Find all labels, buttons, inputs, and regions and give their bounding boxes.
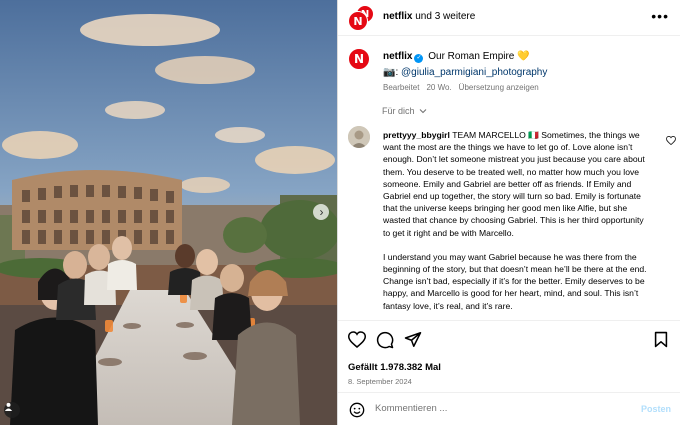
emoji-picker-button[interactable]: [349, 402, 365, 423]
comment-filter-dropdown[interactable]: Für dich: [382, 106, 427, 116]
chevron-right-icon: ›: [319, 205, 324, 219]
caption-credit-line: 📷: @giulia_parmigiani_photography: [383, 67, 547, 78]
smiley-icon: [349, 402, 365, 418]
comment-body: prettyyy_bbygirl TEAM MARCELLO 🇮🇹 Someti…: [383, 129, 653, 320]
comment-like-button[interactable]: [666, 132, 676, 150]
post-actions: Gefällt 1.978.382 Mal 8. September 2024: [338, 320, 680, 392]
camera-emoji: 📷: [383, 67, 396, 78]
header-account-link[interactable]: netflix: [383, 11, 412, 22]
post-photo: [0, 0, 337, 425]
tagged-users-button[interactable]: [4, 402, 20, 418]
caption-account-link[interactable]: netflix: [383, 51, 412, 62]
caption-colon: :: [395, 67, 399, 78]
netflix-avatar: N: [348, 11, 368, 31]
save-button[interactable]: [654, 331, 668, 353]
commenter-avatar[interactable]: [348, 126, 370, 148]
verified-badge-icon: ✓: [414, 54, 424, 63]
edited-label: Bearbeitet: [383, 83, 420, 92]
likes-count[interactable]: Gefällt 1.978.382 Mal: [348, 362, 441, 373]
post-age[interactable]: 20 Wo.: [426, 83, 451, 92]
post-date[interactable]: 8. September 2024: [348, 377, 412, 386]
more-options-button[interactable]: •••: [651, 8, 669, 24]
comment-composer: Posten: [338, 392, 680, 425]
post-comment-button[interactable]: Posten: [641, 404, 671, 414]
share-button[interactable]: [404, 331, 422, 353]
paper-plane-icon: [404, 332, 422, 347]
photographer-mention-link[interactable]: @giulia_parmigiani_photography: [401, 67, 547, 78]
caption-meta: Bearbeitet 20 Wo. Übersetzung anzeigen: [383, 83, 546, 92]
commenter-username-link[interactable]: prettyyy_bbygirl: [383, 130, 450, 140]
caption-avatar[interactable]: N: [348, 48, 370, 70]
comment-filter-label: Für dich: [382, 106, 415, 116]
bookmark-icon: [654, 331, 668, 348]
next-image-button[interactable]: ›: [313, 204, 329, 220]
header-accounts: netflix und 3 weitere: [383, 11, 475, 22]
post-image: ›: [0, 0, 337, 425]
heart-icon: [347, 331, 367, 348]
comment-button[interactable]: [376, 331, 394, 354]
comment-text-paragraph-2: I understand you may want Gabriel becaus…: [383, 251, 647, 311]
user-icon: [4, 402, 13, 411]
header-others-link[interactable]: und 3 weitere: [415, 11, 475, 22]
comment-text-paragraph-1: TEAM MARCELLO 🇮🇹 Sometimes, the things w…: [383, 130, 645, 238]
translate-link[interactable]: Übersetzung anzeigen: [459, 83, 539, 92]
comment-input[interactable]: [375, 403, 595, 414]
commenter-photo: [348, 126, 370, 148]
collab-avatars[interactable]: N N: [348, 5, 374, 31]
comment-icon: [376, 331, 394, 349]
caption-title-line: netflix ✓ Our Roman Empire 💛: [383, 51, 530, 63]
comments-scroll-area[interactable]: N netflix ✓ Our Roman Empire 💛 📷: @giulia…: [338, 36, 680, 320]
more-horizontal-icon: •••: [651, 8, 669, 24]
like-button[interactable]: [347, 331, 367, 353]
post-details-panel: N N netflix und 3 weitere ••• N netflix✓…: [337, 0, 680, 425]
post-header: N N netflix und 3 weitere •••: [338, 0, 680, 36]
chevron-down-icon: [419, 109, 427, 114]
heart-icon: [666, 135, 676, 146]
caption-title: Our Roman Empire 💛: [428, 51, 530, 62]
